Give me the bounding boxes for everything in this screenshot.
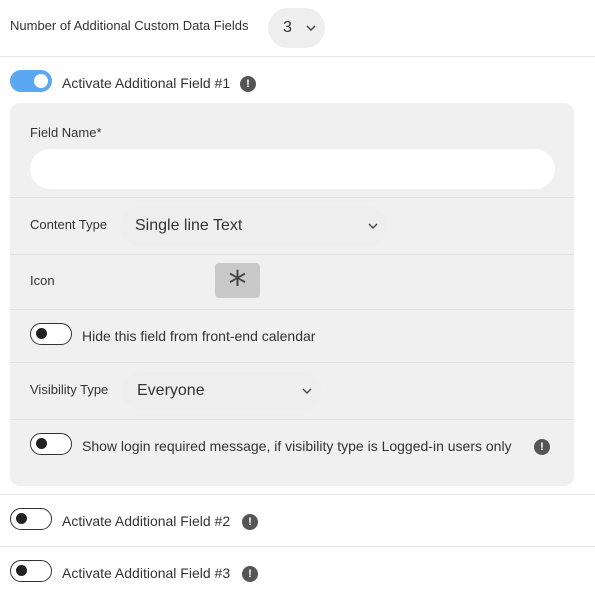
field-name-label: Field Name* xyxy=(30,125,102,140)
activate-field-1-label: Activate Additional Field #1 xyxy=(62,75,231,91)
activate-field-3-toggle[interactable] xyxy=(10,560,52,582)
divider xyxy=(10,254,574,255)
visibility-type-label: Visibility Type xyxy=(30,382,109,397)
info-icon[interactable]: ! xyxy=(534,439,550,455)
activate-field-2-label: Activate Additional Field #2 xyxy=(62,513,231,529)
content-type-select[interactable]: Single line Text xyxy=(120,206,387,246)
divider xyxy=(0,494,595,495)
divider xyxy=(10,309,574,310)
login-message-toggle[interactable] xyxy=(30,433,72,455)
activate-field-2-toggle[interactable] xyxy=(10,508,52,530)
info-icon[interactable]: ! xyxy=(242,566,258,582)
content-type-value: Single line Text xyxy=(135,217,243,234)
visibility-type-value: Everyone xyxy=(137,382,205,399)
divider xyxy=(0,546,595,547)
visibility-type-select[interactable]: Everyone xyxy=(122,372,321,410)
field-count-label: Number of Additional Custom Data Fields xyxy=(10,18,249,33)
info-icon[interactable]: ! xyxy=(240,76,256,92)
activate-field-1-toggle[interactable] xyxy=(10,70,52,92)
activate-field-3-label: Activate Additional Field #3 xyxy=(62,565,231,581)
divider xyxy=(10,419,574,420)
field-count-value: 3 xyxy=(283,19,292,36)
divider xyxy=(10,362,574,363)
info-icon[interactable]: ! xyxy=(242,514,258,530)
hide-field-toggle[interactable] xyxy=(30,323,72,345)
divider xyxy=(10,197,574,198)
hide-field-label: Hide this field from front-end calendar xyxy=(82,328,316,344)
icon-label: Icon xyxy=(30,273,55,288)
chevron-down-icon xyxy=(306,23,316,33)
content-type-label: Content Type xyxy=(30,217,108,232)
icon-picker-button[interactable]: * xyxy=(215,263,260,303)
login-message-label: Show login required message, if visibili… xyxy=(82,438,512,454)
chevron-down-icon xyxy=(302,386,312,396)
asterisk-icon: * xyxy=(228,264,247,305)
divider xyxy=(0,56,595,57)
field-name-input[interactable] xyxy=(30,149,555,189)
field-count-select[interactable]: 3 xyxy=(268,8,325,48)
chevron-down-icon xyxy=(368,221,378,231)
